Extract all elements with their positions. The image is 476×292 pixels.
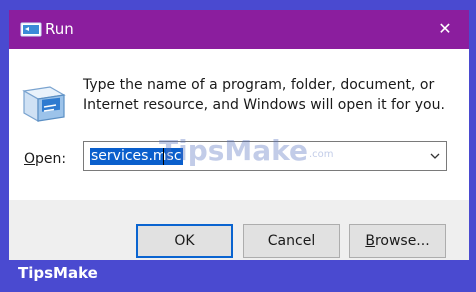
browse-button[interactable]: Browse... xyxy=(349,224,446,258)
open-input[interactable]: services.msc xyxy=(90,148,183,165)
run-icon xyxy=(22,86,66,123)
close-icon[interactable]: ✕ xyxy=(435,19,455,39)
run-app-icon xyxy=(20,22,42,37)
dialog-description: Type the name of a program, folder, docu… xyxy=(83,77,445,113)
button-bar: OK Cancel Browse... xyxy=(9,200,469,260)
text-caret xyxy=(163,148,164,165)
run-dialog: Run ✕ Type the name of a program, folder… xyxy=(9,10,469,260)
cancel-button[interactable]: Cancel xyxy=(243,224,340,258)
open-combobox[interactable]: services.msc xyxy=(83,141,447,171)
title-bar: Run ✕ xyxy=(9,10,469,49)
open-label: Open: xyxy=(24,151,67,167)
footer-brand: TipsMake xyxy=(18,264,98,282)
window-title: Run xyxy=(45,20,74,38)
ok-button[interactable]: OK xyxy=(136,224,233,258)
browse-button-accel: B xyxy=(365,233,375,249)
browse-button-label: rowse... xyxy=(374,233,430,249)
chevron-down-icon[interactable] xyxy=(428,150,442,162)
